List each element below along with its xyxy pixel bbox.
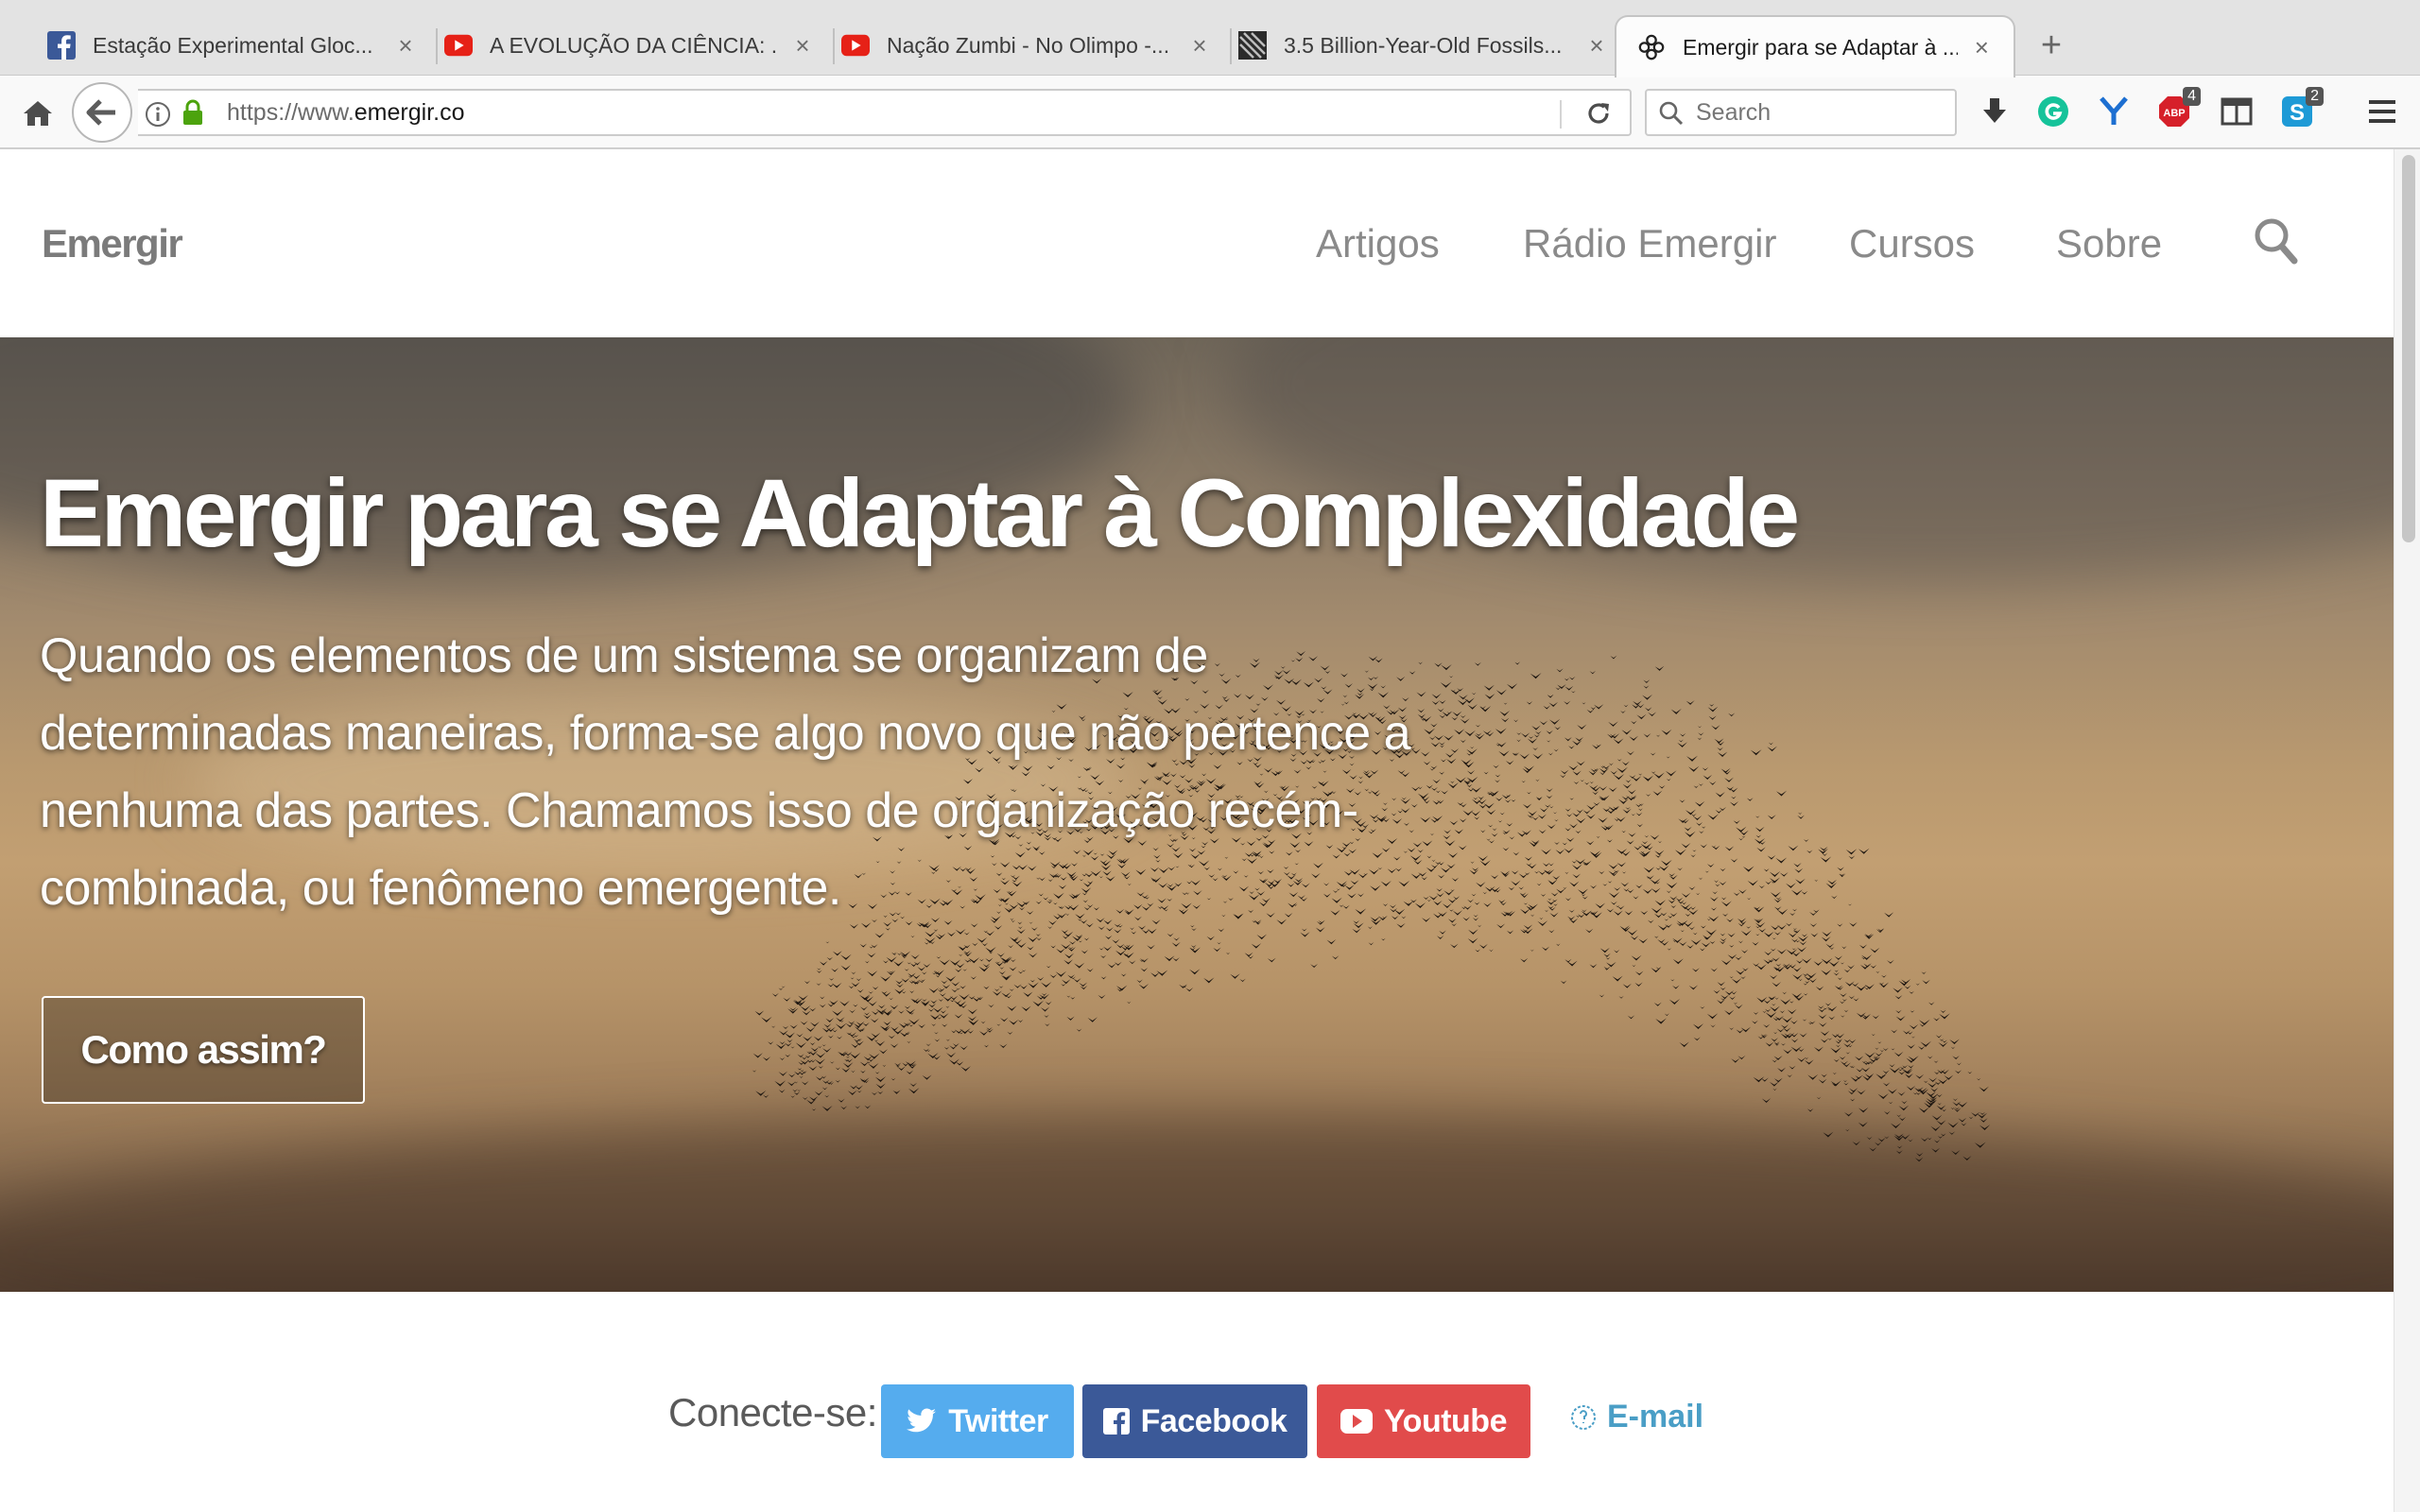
- skype-badge: 2: [2306, 87, 2324, 106]
- site-search-icon[interactable]: [2254, 217, 2299, 271]
- email-link[interactable]: E-mail: [1569, 1399, 1703, 1435]
- tab-title: A EVOLUÇÃO DA CIÊNCIA: ...: [490, 32, 778, 58]
- info-icon[interactable]: [144, 100, 172, 133]
- facebook-favicon-icon: [47, 31, 76, 60]
- connect-section: Conecte-se: Twitter Facebook Youtube E-m…: [0, 1292, 2394, 1512]
- connect-label: Conecte-se:: [668, 1390, 877, 1435]
- grammarly-icon[interactable]: [2034, 93, 2072, 130]
- svg-text:ABP: ABP: [2163, 108, 2185, 119]
- tab-close-icon[interactable]: ×: [791, 31, 814, 60]
- adblock-badge: 4: [2183, 87, 2201, 106]
- youtube-favicon-icon: [444, 31, 473, 60]
- fossil-favicon-icon: [1238, 31, 1267, 60]
- hero-description-line: nenhuma das partes. Chamamos isso de org…: [40, 783, 1358, 838]
- tab-title: 3.5 Billion-Year-Old Fossils...: [1284, 32, 1563, 58]
- hero-description: Quando os elementos de um sistema se org…: [40, 617, 1477, 927]
- emergir-favicon-icon: [1637, 33, 1666, 61]
- search-bar[interactable]: Search: [1645, 89, 1957, 136]
- youtube-label: Youtube: [1384, 1402, 1507, 1439]
- download-icon[interactable]: [1976, 93, 2014, 130]
- scrollbar-thumb[interactable]: [2402, 155, 2415, 542]
- reader-view-icon[interactable]: [2218, 93, 2256, 130]
- skype-icon[interactable]: S 2: [2278, 87, 2324, 130]
- tab-nacao-zumbi[interactable]: Nação Zumbi - No Olimpo -... ×: [821, 17, 1232, 74]
- como-assim-button[interactable]: Como assim?: [42, 996, 365, 1104]
- adblock-plus-icon[interactable]: ABP 4: [2155, 87, 2201, 130]
- url-text[interactable]: https://www.emergir.co: [227, 99, 464, 127]
- hamburger-menu-icon[interactable]: [2363, 93, 2401, 130]
- lock-icon[interactable]: [182, 98, 204, 131]
- tab-title: Emergir para se Adaptar à ...: [1683, 34, 1958, 60]
- navigation-toolbar: https://www.emergir.co Search ABP 4 S 2: [0, 76, 2420, 149]
- tab-title: Estação Experimental Gloc...: [93, 32, 373, 58]
- site-brand[interactable]: Emergir: [42, 221, 183, 266]
- extension-y-icon[interactable]: [2095, 93, 2133, 130]
- hero-title: Emergir para se Adaptar à Complexidade: [40, 459, 1800, 567]
- home-icon[interactable]: [19, 94, 57, 132]
- tab-facebook[interactable]: Estação Experimental Gloc... ×: [26, 17, 438, 74]
- facebook-icon: [1102, 1408, 1130, 1435]
- tab-close-icon[interactable]: ×: [394, 31, 417, 60]
- menu-item-artigos[interactable]: Artigos: [1316, 221, 1440, 266]
- hero-description-line: Quando os elementos de um sistema se org…: [40, 628, 1208, 683]
- new-tab-button[interactable]: +: [2032, 26, 2070, 64]
- tab-evolucao[interactable]: A EVOLUÇÃO DA CIÊNCIA: ... ×: [424, 17, 835, 74]
- menu-item-radio-emergir[interactable]: Rádio Emergir: [1523, 221, 1776, 266]
- facebook-button[interactable]: Facebook: [1082, 1384, 1307, 1458]
- menu-item-sobre[interactable]: Sobre: [2056, 221, 2162, 266]
- facebook-label: Facebook: [1140, 1402, 1288, 1439]
- youtube-icon: [1340, 1409, 1374, 1434]
- tab-close-icon[interactable]: ×: [1971, 33, 1993, 62]
- tab-fossils[interactable]: 3.5 Billion-Year-Old Fossils... ×: [1218, 17, 1629, 74]
- hero-section: Emergir para se Adaptar à Complexidade Q…: [0, 337, 2394, 1292]
- page-scrollbar[interactable]: [2394, 149, 2420, 1512]
- email-icon: [1571, 1404, 1596, 1430]
- twitter-label: Twitter: [948, 1402, 1048, 1439]
- tab-title: Nação Zumbi - No Olimpo -...: [887, 32, 1170, 58]
- tab-emergir-active[interactable]: Emergir para se Adaptar à ... ×: [1615, 15, 2015, 77]
- search-placeholder: Search: [1696, 98, 1772, 126]
- menu-item-cursos[interactable]: Cursos: [1849, 221, 1975, 266]
- twitter-icon: [907, 1408, 937, 1433]
- back-arrow-icon: [86, 99, 115, 126]
- url-separator: [1560, 100, 1562, 129]
- youtube-favicon-icon: [841, 31, 870, 60]
- email-label: E-mail: [1607, 1399, 1704, 1435]
- reload-icon[interactable]: [1584, 99, 1613, 132]
- hero-description-line: combinada, ou fenômeno emergente.: [40, 861, 841, 916]
- twitter-button[interactable]: Twitter: [881, 1384, 1074, 1458]
- youtube-button[interactable]: Youtube: [1317, 1384, 1530, 1458]
- tab-close-icon[interactable]: ×: [1188, 31, 1211, 60]
- hero-description-line: determinadas maneiras, forma-se algo nov…: [40, 706, 1411, 761]
- url-bar[interactable]: https://www.emergir.co: [138, 89, 1632, 136]
- site-header: Emergir Artigos Rádio Emergir Cursos Sob…: [0, 149, 2394, 337]
- web-page: Emergir Artigos Rádio Emergir Cursos Sob…: [0, 149, 2394, 1512]
- svg-text:S: S: [2290, 100, 2305, 126]
- search-icon: [1658, 100, 1685, 131]
- tab-strip: Estação Experimental Gloc... × A EVOLUÇÃ…: [0, 0, 2420, 77]
- tab-close-icon[interactable]: ×: [1585, 31, 1608, 60]
- back-button[interactable]: [72, 82, 132, 143]
